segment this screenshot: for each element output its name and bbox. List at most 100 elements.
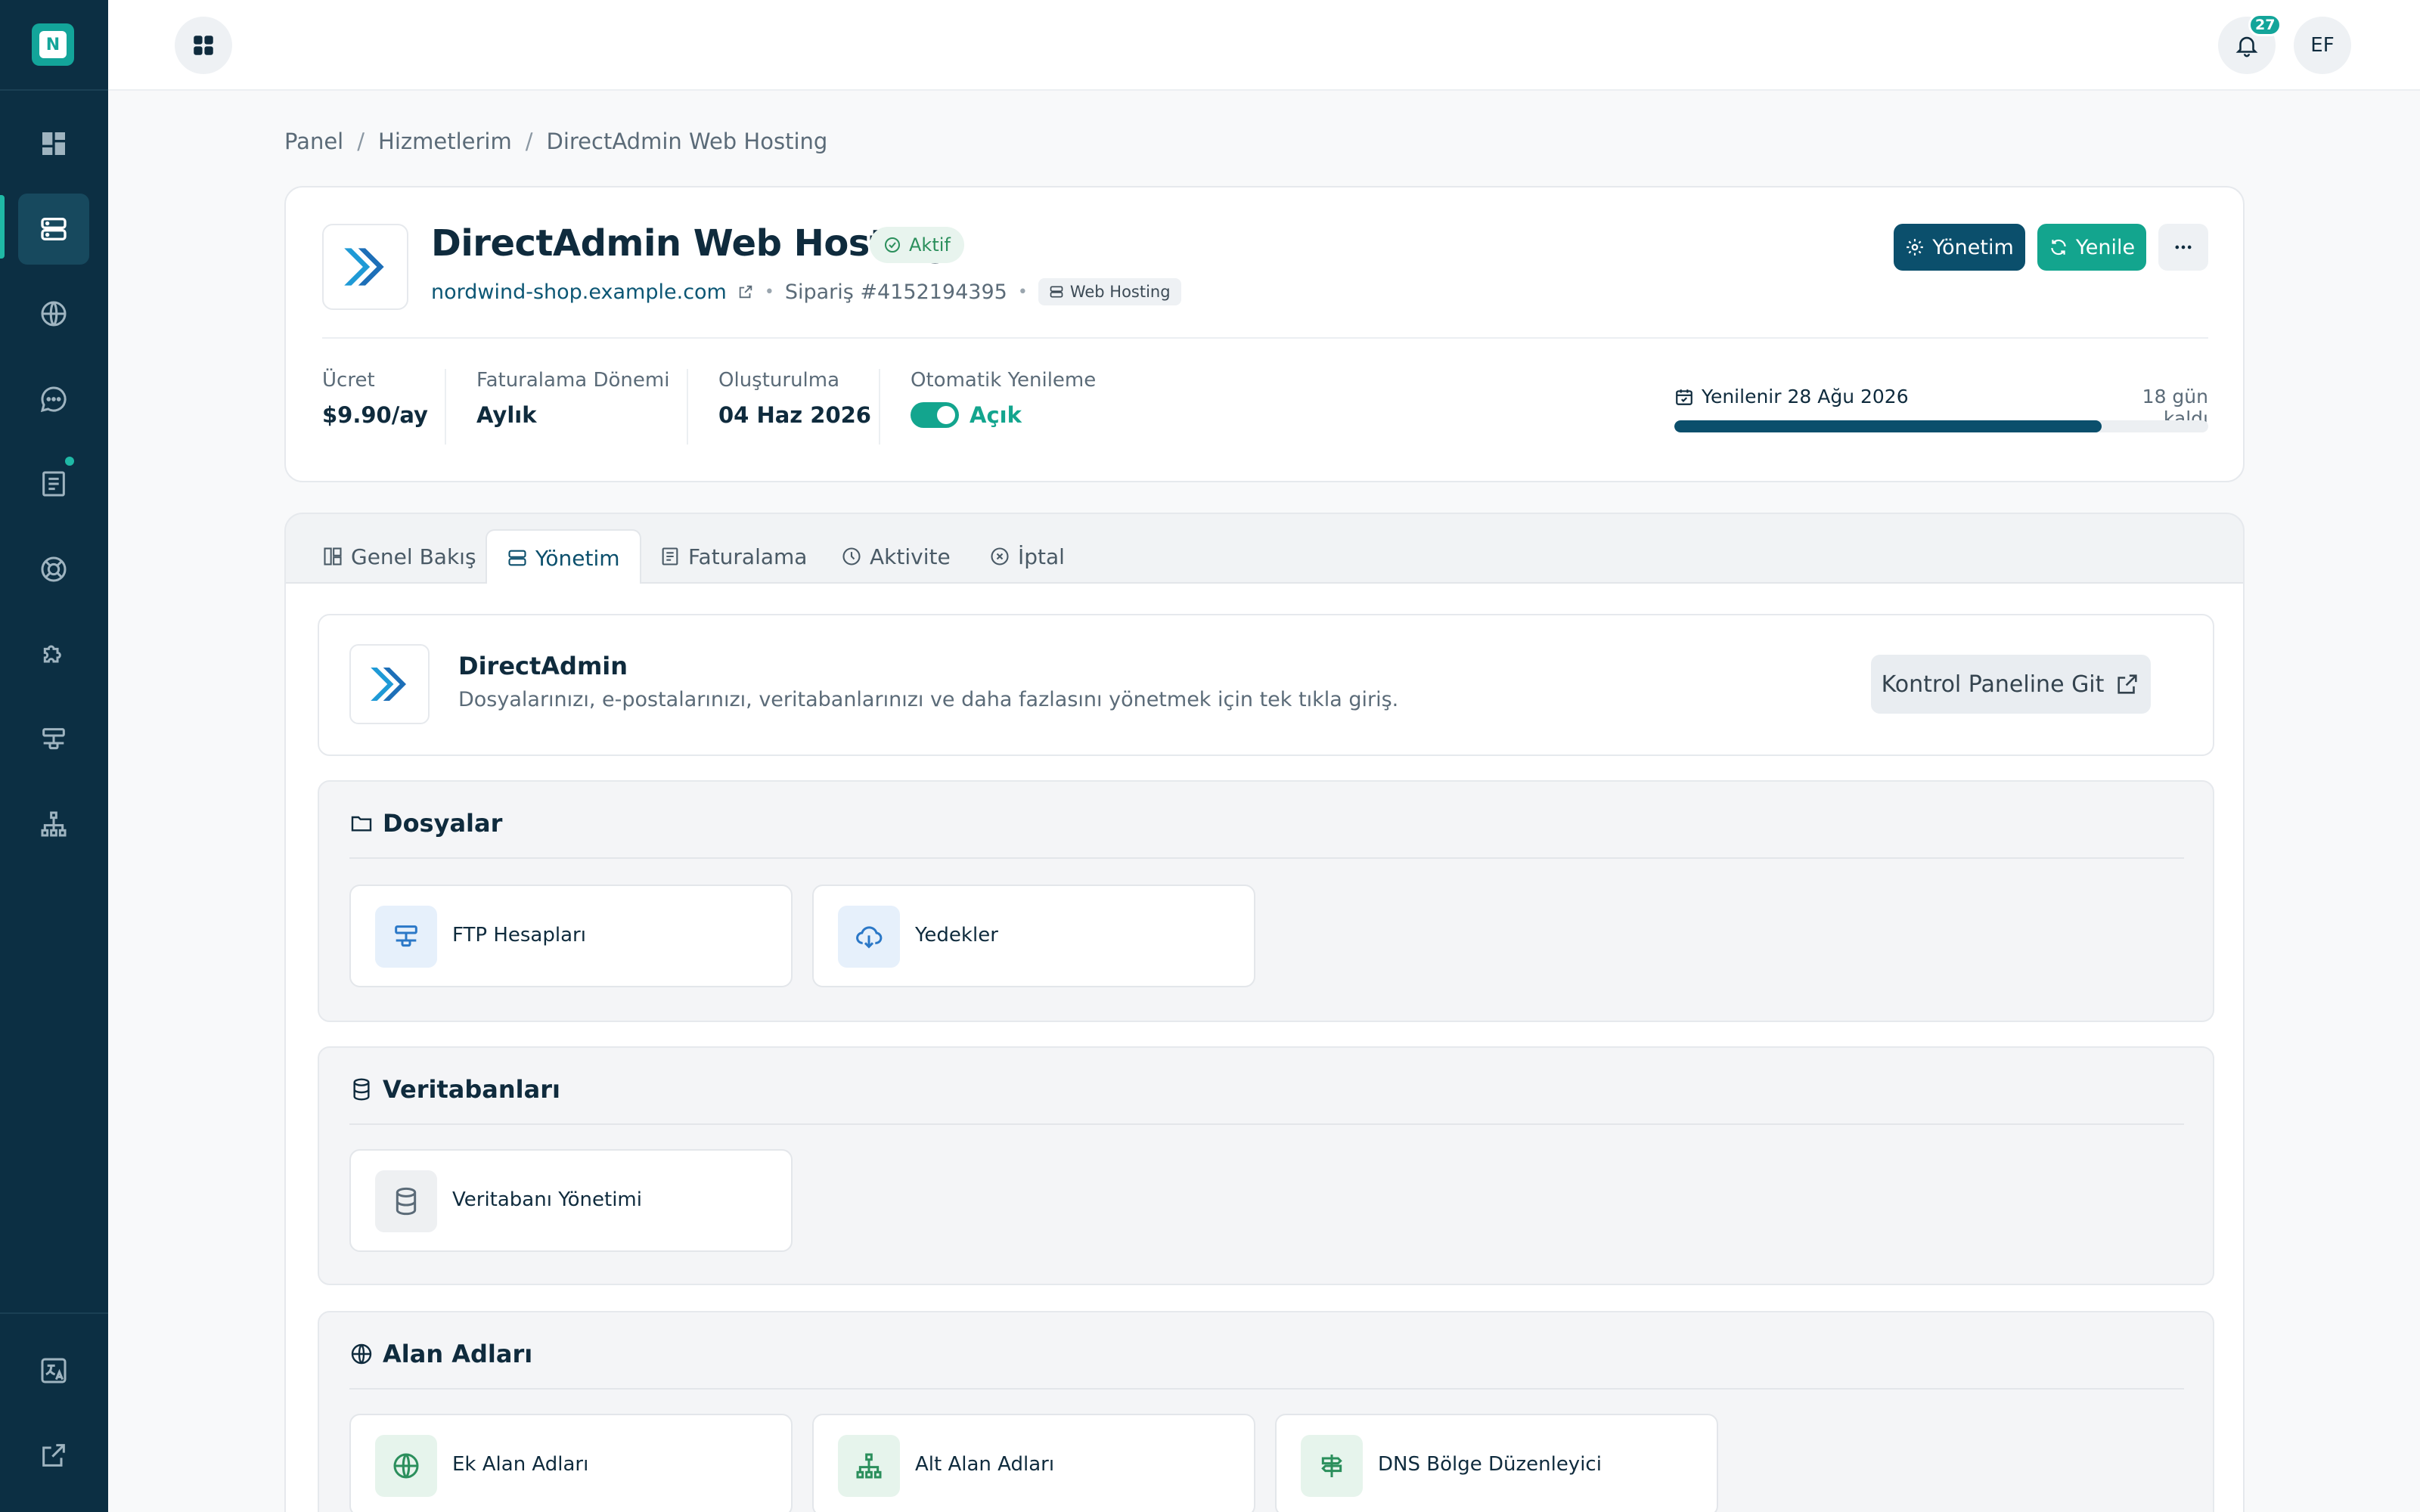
tile-icon-box	[838, 1435, 900, 1497]
meta-separator: •	[764, 282, 774, 302]
breadcrumb-services[interactable]: Hizmetlerim	[378, 129, 512, 154]
top-bar: 27 EF	[108, 0, 2420, 91]
invoice-icon	[662, 547, 678, 565]
renew-button[interactable]: Yenile	[2037, 224, 2146, 271]
stat-auto-renew: Otomatik Yenileme Açık	[911, 369, 1096, 428]
tile-label: Ek Alan Adları	[452, 1453, 589, 1476]
directadmin-logo	[349, 644, 430, 724]
tile-icon-box	[1301, 1435, 1363, 1497]
gear-icon	[1907, 239, 1924, 256]
tab-label: Faturalama	[688, 544, 808, 569]
auto-renew-toggle[interactable]	[911, 402, 959, 428]
apps-menu-button[interactable]	[175, 17, 232, 74]
go-to-control-panel-button[interactable]: Kontrol Paneline Git	[1871, 655, 2151, 714]
network-icon	[42, 728, 65, 750]
section-domains: Alan Adları Ek Alan Adları Alt Alan Adla…	[318, 1311, 2214, 1512]
tile-subdomains[interactable]: Alt Alan Adları	[812, 1414, 1255, 1512]
sidebar-item-invoices[interactable]	[18, 448, 89, 519]
dashboard-icon	[42, 132, 65, 155]
stat-billing-period: Faturalama Dönemi Aylık	[476, 369, 669, 428]
sidebar-item-help[interactable]	[18, 534, 89, 605]
sidebar-item-language[interactable]	[18, 1335, 89, 1406]
section-title-text: Dosyalar	[383, 809, 503, 838]
lifebuoy-icon	[41, 556, 67, 582]
breadcrumb-panel[interactable]: Panel	[284, 129, 343, 154]
tab-activity[interactable]: Aktivite	[821, 529, 970, 584]
section-divider	[349, 857, 2184, 859]
bell-icon	[2235, 36, 2258, 57]
external-link-icon	[2118, 674, 2138, 694]
breadcrumb: Panel / Hizmetlerim / DirectAdmin Web Ho…	[284, 129, 827, 154]
directadmin-logo	[322, 224, 408, 310]
invoices-notification-dot	[65, 457, 74, 466]
renew-button-label: Yenile	[2075, 235, 2136, 259]
stat-separator	[879, 369, 880, 445]
cloud-download-icon	[856, 926, 883, 949]
server-icon	[508, 550, 526, 566]
tile-icon-box	[375, 1170, 437, 1232]
tile-label: DNS Bölge Düzenleyici	[1378, 1453, 1602, 1476]
database-icon	[353, 1078, 370, 1101]
directadmin-icon	[344, 248, 384, 286]
calendar-check-icon	[1676, 389, 1692, 405]
chat-icon	[40, 386, 67, 413]
category-label: Web Hosting	[1069, 283, 1171, 301]
folder-icon	[351, 816, 372, 832]
tab-billing[interactable]: Faturalama	[640, 529, 827, 584]
stat-separator	[445, 369, 446, 445]
external-link-icon	[739, 285, 752, 299]
order-number: Sipariş #4152194395	[784, 280, 1007, 304]
sidebar-item-network[interactable]	[18, 704, 89, 775]
stat-value: 04 Haz 2026	[718, 402, 871, 428]
tab-management[interactable]: Yönetim	[486, 529, 641, 585]
domain-link[interactable]: nordwind-shop.example.com	[431, 280, 727, 304]
sidebar-item-affiliates[interactable]	[18, 789, 89, 860]
sidebar-item-services[interactable]	[18, 194, 89, 265]
tile-database-management[interactable]: Veritabanı Yönetimi	[349, 1149, 793, 1252]
renewal-progress-bar	[1674, 420, 2208, 432]
sidebar-item-addons[interactable]	[18, 618, 89, 689]
stat-separator	[687, 369, 688, 445]
sidebar-item-dashboard[interactable]	[18, 108, 89, 179]
tab-overview[interactable]: Genel Bakış	[302, 529, 496, 584]
x-circle-icon	[991, 547, 1009, 565]
tile-backups[interactable]: Yedekler	[812, 885, 1255, 987]
database-icon	[396, 1187, 417, 1216]
app-logo[interactable]: N	[32, 23, 74, 66]
sidebar-active-indicator	[0, 195, 5, 259]
ellipsis-icon	[2175, 245, 2192, 249]
server-icon	[1050, 286, 1063, 298]
tile-dns-zone-editor[interactable]: DNS Bölge Düzenleyici	[1275, 1414, 1718, 1512]
check-circle-icon	[885, 237, 900, 253]
sidebar-item-support-chat[interactable]	[18, 364, 89, 435]
more-options-button[interactable]	[2158, 224, 2208, 271]
panel-title: DirectAdmin	[458, 652, 628, 680]
category-chip: Web Hosting	[1038, 278, 1181, 305]
sidebar-divider	[0, 89, 108, 91]
stat-label: Ücret	[322, 369, 375, 392]
section-title-text: Veritabanları	[383, 1075, 560, 1104]
refresh-icon	[2051, 239, 2066, 256]
sidebar-bottom-divider	[0, 1312, 108, 1314]
management-panel: DirectAdmin Dosyalarınızı, e-postalarını…	[286, 584, 2243, 1512]
tile-ftp-accounts[interactable]: FTP Hesapları	[349, 885, 793, 987]
user-avatar[interactable]: EF	[2294, 17, 2351, 74]
sidebar-item-domains[interactable]	[18, 278, 89, 349]
section-title-text: Alan Adları	[383, 1340, 533, 1368]
tab-cancel[interactable]: İptal	[970, 529, 1084, 584]
sitemap-icon	[41, 811, 67, 837]
renewal-progress-fill	[1674, 420, 2102, 432]
external-link-icon	[42, 1444, 65, 1467]
renewal-date: Yenilenir 28 Ağu 2026	[1674, 386, 1909, 407]
tab-label: Yönetim	[535, 545, 620, 571]
auto-renew-state: Açık	[970, 402, 1022, 428]
sitemap-icon	[856, 1453, 882, 1479]
tile-icon-box	[375, 906, 437, 968]
manage-button[interactable]: Yönetim	[1894, 224, 2025, 271]
clock-icon	[842, 547, 861, 565]
sidebar-item-external[interactable]	[18, 1420, 89, 1491]
stat-price: Ücret $9.90/ay	[322, 369, 428, 428]
tile-addon-domains[interactable]: Ek Alan Adları	[349, 1414, 793, 1512]
tile-label: Alt Alan Adları	[915, 1453, 1055, 1476]
puzzle-icon	[43, 645, 61, 663]
